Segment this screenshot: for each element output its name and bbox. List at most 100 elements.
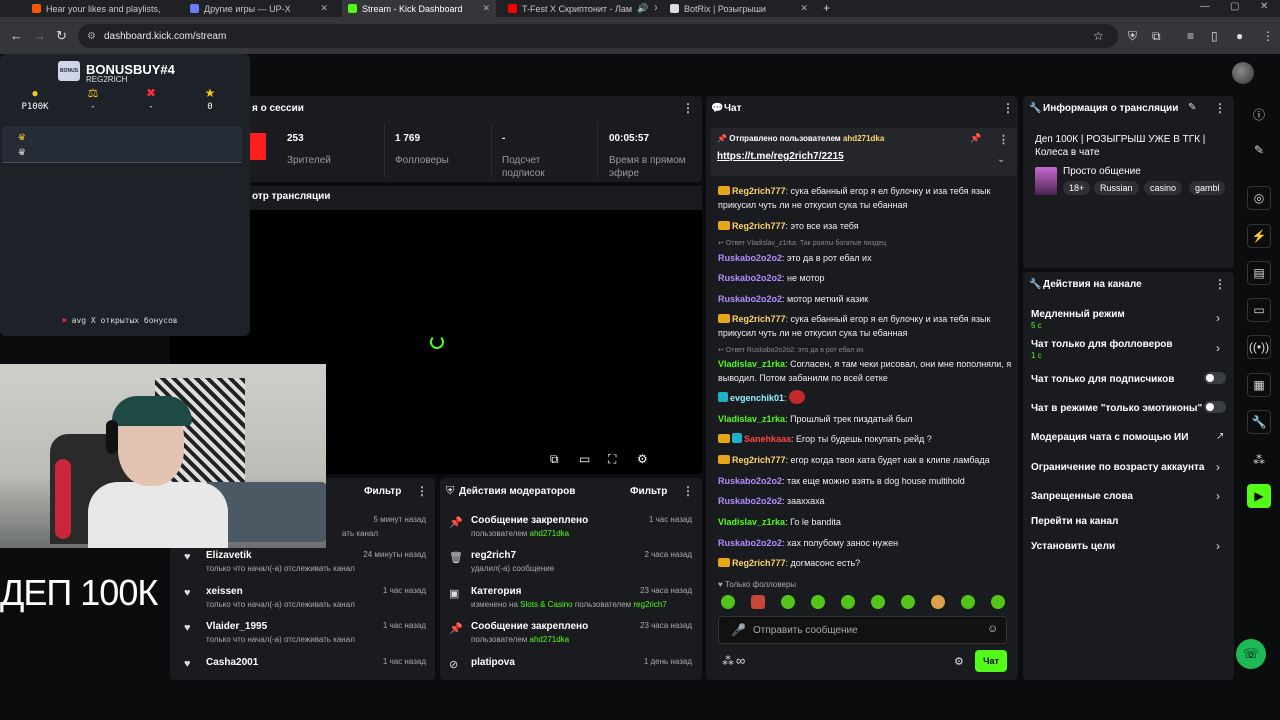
- activity-user[interactable]: Vlaider_1995: [206, 621, 267, 632]
- chevron-right-icon[interactable]: ›: [1216, 539, 1220, 553]
- tag[interactable]: Russian: [1094, 181, 1139, 195]
- new-tab-icon[interactable]: +: [823, 1, 830, 15]
- sidepanel-icon[interactable]: ▯: [1211, 29, 1218, 43]
- emote-icon[interactable]: [901, 595, 915, 609]
- shield-icon[interactable]: ⛨: [1128, 29, 1137, 44]
- support-icon[interactable]: ☏: [1236, 639, 1266, 669]
- back-icon[interactable]: ←: [10, 28, 23, 43]
- chat-username[interactable]: Ruskabo2o2o2: [718, 496, 782, 506]
- chat-username[interactable]: Ruskabo2o2o2: [718, 253, 782, 263]
- mod-action-user[interactable]: ahd271dka: [530, 635, 570, 644]
- mod-action-user[interactable]: ahd271dka: [530, 529, 570, 538]
- users-icon[interactable]: ⁂: [1247, 448, 1271, 472]
- channel-actions-menu-icon[interactable]: ⋮: [1214, 277, 1226, 291]
- session-menu-icon[interactable]: ⋮: [682, 101, 694, 115]
- emote-icon[interactable]: [781, 595, 795, 609]
- video-icon[interactable]: ▶: [1247, 484, 1271, 508]
- microphone-icon[interactable]: 🎤: [731, 623, 746, 637]
- site-info-icon[interactable]: ⚙: [87, 31, 96, 42]
- users-icon[interactable]: ⁂: [722, 654, 734, 668]
- fullscreen-icon[interactable]: ⛶: [608, 452, 616, 467]
- close-icon[interactable]: ✕: [482, 3, 490, 14]
- info-icon[interactable]: ⓘ: [1247, 102, 1271, 126]
- external-link-icon[interactable]: ↗: [1216, 431, 1224, 442]
- close-icon[interactable]: ✕: [800, 3, 808, 14]
- mod-filter-button[interactable]: Фильтр: [630, 486, 667, 497]
- chevron-right-icon[interactable]: ›: [1216, 460, 1220, 474]
- browser-tab[interactable]: BotRix | Розыгрыши ✕: [664, 0, 814, 17]
- category-link[interactable]: Slots & Casino: [520, 600, 572, 609]
- emote-icon[interactable]: [871, 595, 885, 609]
- chevron-right-icon[interactable]: ›: [1216, 489, 1220, 503]
- browser-tab[interactable]: Hear your likes and playlists, an ✕: [26, 0, 162, 17]
- activity-user[interactable]: Casha2001: [206, 657, 258, 668]
- camera-icon[interactable]: ◎: [1247, 186, 1271, 210]
- ai-moderation-setting[interactable]: Модерация чата с помощью ИИ: [1031, 432, 1188, 443]
- mod-action-user[interactable]: reg2rich7: [633, 600, 666, 609]
- close-icon[interactable]: ✕: [320, 3, 328, 14]
- pinned-menu-icon[interactable]: ⋮: [998, 133, 1009, 146]
- profile-icon[interactable]: ●: [1236, 29, 1243, 43]
- slow-mode-setting[interactable]: Медленный режим: [1031, 309, 1125, 320]
- edit-icon[interactable]: ✎: [1188, 102, 1196, 113]
- maximize-icon[interactable]: ▢: [1230, 1, 1239, 12]
- tag[interactable]: 18+: [1063, 181, 1091, 195]
- layout-icon[interactable]: ▦: [1247, 373, 1271, 397]
- broadcast-icon[interactable]: ((•)): [1247, 335, 1271, 359]
- reload-icon[interactable]: ↻: [56, 28, 67, 44]
- wrench-icon[interactable]: 🔧: [1247, 410, 1271, 434]
- chat-icon[interactable]: ▭: [1247, 298, 1271, 322]
- chat-username[interactable]: Vladislav_z1rka: [718, 359, 785, 369]
- emote-icon[interactable]: [811, 595, 825, 609]
- chat-username[interactable]: Ruskabo2o2o2: [718, 273, 782, 283]
- chat-username[interactable]: Reg2rich777: [732, 314, 786, 324]
- activity-user[interactable]: xeissen: [206, 586, 243, 597]
- infinity-icon[interactable]: ∞: [736, 653, 745, 668]
- set-goals-setting[interactable]: Установить цели: [1031, 541, 1115, 552]
- theater-icon[interactable]: ▭: [579, 452, 590, 466]
- mod-action-name[interactable]: reg2rich7: [471, 550, 516, 561]
- pip-icon[interactable]: ⧉: [550, 452, 559, 467]
- emote-icon[interactable]: [751, 595, 765, 609]
- pinned-by-user[interactable]: ahd271dka: [843, 134, 884, 143]
- activity-user[interactable]: Elizavetik: [206, 550, 252, 561]
- extension-icon[interactable]: ⧉: [1152, 29, 1161, 44]
- chat-input[interactable]: 🎤 Отправить сообщение ☺: [718, 616, 1007, 644]
- mod-action-name[interactable]: platipova: [471, 657, 515, 668]
- chat-username[interactable]: Ruskabo2o2o2: [718, 538, 782, 548]
- send-chat-button[interactable]: Чат: [975, 650, 1007, 672]
- browser-tab[interactable]: Другие игры — UP-X ✕: [184, 0, 334, 17]
- emote-icon[interactable]: [841, 595, 855, 609]
- tag[interactable]: casino: [1144, 181, 1183, 195]
- activity-filter-button[interactable]: Фильтр: [364, 486, 401, 497]
- browser-tab-active[interactable]: Stream - Kick Dashboard ✕: [342, 0, 496, 17]
- bookmark-star-icon[interactable]: ☆: [1093, 29, 1104, 43]
- emote-icon[interactable]: [961, 595, 975, 609]
- unpin-icon[interactable]: 📌: [970, 133, 981, 144]
- activity-menu-icon[interactable]: ⋮: [416, 484, 428, 498]
- stream-category[interactable]: Просто общение: [1063, 166, 1141, 177]
- mod-menu-icon[interactable]: ⋮: [682, 484, 694, 498]
- pinned-message[interactable]: 📌 Отправлено пользователем ahd271dka htt…: [711, 128, 1017, 176]
- go-to-channel-link[interactable]: Перейти на канал: [1031, 516, 1118, 527]
- stream-info-menu-icon[interactable]: ⋮: [1214, 101, 1226, 115]
- pinned-link[interactable]: https://t.me/reg2rich7/2215: [717, 151, 844, 162]
- browser-tab[interactable]: T-Fest X Скриптонит - Лам 🔊 ✕: [502, 0, 657, 17]
- pencil-icon[interactable]: ✎: [1247, 138, 1271, 162]
- chat-username[interactable]: Ruskabo2o2o2: [718, 476, 782, 486]
- lightning-icon[interactable]: ⚡: [1247, 224, 1271, 248]
- browser-menu-icon[interactable]: ⋮: [1262, 29, 1274, 43]
- tag[interactable]: gambl: [1189, 181, 1225, 195]
- followers-only-setting[interactable]: Чат только для фолловеров: [1031, 339, 1173, 350]
- banned-words-setting[interactable]: Запрещенные слова: [1031, 491, 1133, 502]
- playlist-icon[interactable]: ≡: [1187, 29, 1194, 43]
- chevron-right-icon[interactable]: ›: [1216, 311, 1220, 325]
- emote-icon[interactable]: [931, 595, 945, 609]
- minimize-icon[interactable]: —: [1200, 1, 1210, 12]
- clipboard-icon[interactable]: ▤: [1247, 261, 1271, 285]
- chevron-right-icon[interactable]: ›: [1216, 341, 1220, 355]
- url-field[interactable]: ⚙ dashboard.kick.com/stream: [78, 24, 1118, 48]
- emote-icon[interactable]: [991, 595, 1005, 609]
- close-window-icon[interactable]: ✕: [1260, 1, 1268, 12]
- account-age-setting[interactable]: Ограничение по возрасту аккаунта: [1031, 462, 1205, 473]
